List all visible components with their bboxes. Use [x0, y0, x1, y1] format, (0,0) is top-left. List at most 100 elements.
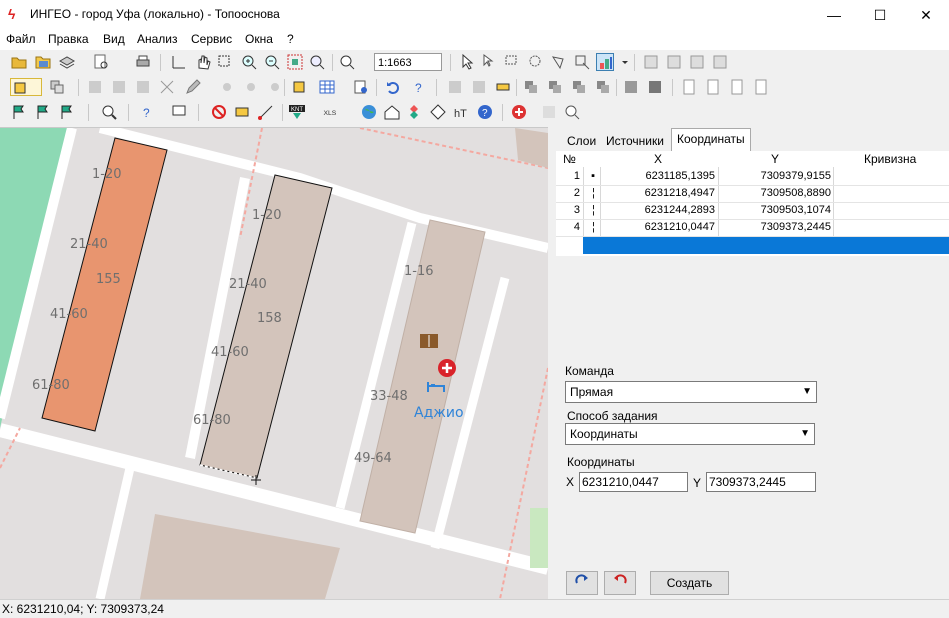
menu-edit[interactable]: Правка [48, 32, 89, 46]
edit-tool-3-icon[interactable] [134, 78, 152, 96]
scale-zoom-icon[interactable] [338, 53, 356, 71]
query-tool-icon[interactable]: ? [140, 103, 158, 121]
edit-tool-5-icon[interactable] [470, 78, 488, 96]
doc-tool-1-icon[interactable] [680, 78, 698, 96]
edit-tool-1-icon[interactable] [86, 78, 104, 96]
height-tool-icon[interactable]: hT [452, 103, 470, 121]
properties-icon[interactable] [352, 78, 370, 96]
copy-object-icon[interactable] [48, 78, 66, 96]
flag-tool-3-icon[interactable] [58, 103, 76, 121]
chevron-down-icon[interactable] [616, 53, 628, 71]
maximize-button[interactable]: ☐ [857, 0, 903, 30]
zoom-frame-icon[interactable] [216, 53, 234, 71]
select-filter-icon[interactable] [573, 53, 591, 71]
coordinate-axes-icon[interactable] [170, 53, 188, 71]
menu-windows[interactable]: Окна [245, 32, 273, 46]
menu-analysis[interactable]: Анализ [137, 32, 178, 46]
table-row[interactable]: 3 ¦ 6231244,2893 7309503,1074 [556, 202, 949, 220]
tab-sources[interactable]: Источники [600, 130, 670, 152]
hatch-icon[interactable] [622, 78, 640, 96]
grid-tool-icon[interactable] [642, 53, 660, 71]
route-icon[interactable] [405, 103, 423, 121]
doc-tool-3-icon[interactable] [728, 78, 746, 96]
edit-tool-2-icon[interactable] [110, 78, 128, 96]
table-row[interactable]: 1 ▪ 6231185,1395 7309379,9155 [556, 168, 949, 186]
grid-tool-3-icon[interactable] [688, 53, 706, 71]
split-node-icon[interactable] [266, 78, 284, 96]
select-rect-icon[interactable] [503, 53, 521, 71]
menu-file[interactable]: Файл [6, 32, 36, 46]
cell-y[interactable]: 7309503,1074 [718, 202, 831, 219]
info-tool-icon[interactable] [170, 103, 188, 121]
help-icon[interactable]: ? [476, 103, 494, 121]
delete-node-icon[interactable] [158, 78, 176, 96]
measure-tool-icon[interactable] [257, 103, 275, 121]
open-folder-icon[interactable] [10, 53, 28, 71]
cell-x[interactable]: 6231210,0447 [600, 219, 715, 236]
menu-view[interactable]: Вид [103, 32, 125, 46]
table-row[interactable]: 4 ¦ 6231210,0447 7309373,2445 [556, 219, 949, 237]
new-object-icon[interactable] [10, 78, 42, 96]
select-node-icon[interactable] [480, 53, 498, 71]
cell-x[interactable]: 6231218,4947 [600, 185, 715, 202]
select-polygon-icon[interactable] [550, 53, 568, 71]
menu-help[interactable]: ? [287, 32, 294, 46]
zoom-extent-icon[interactable] [286, 53, 304, 71]
cell-x[interactable]: 6231244,2893 [600, 202, 715, 219]
direction-icon[interactable] [429, 103, 447, 121]
grid-tool-4-icon[interactable] [711, 53, 729, 71]
pencil-icon[interactable] [184, 78, 202, 96]
cell-curvature[interactable] [833, 219, 943, 236]
flag-tool-2-icon[interactable] [34, 103, 52, 121]
cell-y[interactable]: 7309508,8890 [718, 185, 831, 202]
edit-tool-6-icon[interactable] [494, 78, 512, 96]
search-icon[interactable] [100, 103, 118, 121]
new-row-selected[interactable] [556, 237, 949, 254]
document-search-icon[interactable] [92, 53, 110, 71]
move-node-icon[interactable] [218, 78, 236, 96]
cell-curvature[interactable] [833, 185, 943, 202]
intersect-icon[interactable] [546, 78, 564, 96]
add-layer-icon[interactable] [290, 78, 308, 96]
zoom-previous-icon[interactable] [308, 53, 326, 71]
subtract-icon[interactable] [570, 78, 588, 96]
label-tool-icon[interactable] [233, 103, 251, 121]
folders-icon[interactable] [34, 53, 52, 71]
method-select[interactable]: Координаты ▼ [565, 423, 815, 445]
pan-hand-icon[interactable] [194, 53, 212, 71]
zoom-out-icon[interactable] [263, 53, 281, 71]
select-lasso-icon[interactable] [527, 53, 545, 71]
undo-button[interactable] [604, 571, 636, 595]
tab-coordinates[interactable]: Координаты [671, 128, 751, 153]
scale-field[interactable]: 1:1663 [374, 53, 442, 71]
doc-tool-4-icon[interactable] [752, 78, 770, 96]
minimize-button[interactable]: — [811, 0, 857, 30]
cell-y[interactable]: 7309379,9155 [718, 168, 831, 185]
close-button[interactable]: ✕ [903, 0, 949, 30]
tool-grid-icon[interactable] [540, 103, 558, 121]
redo-button[interactable] [566, 571, 598, 595]
table-icon[interactable] [318, 78, 336, 96]
tab-layers[interactable]: Слои [561, 130, 602, 152]
cell-curvature[interactable] [833, 168, 943, 185]
query-icon[interactable]: ? [410, 78, 428, 96]
doc-tool-2-icon[interactable] [704, 78, 722, 96]
add-plus-icon[interactable] [510, 103, 528, 121]
frame-icon[interactable] [646, 78, 664, 96]
print-icon[interactable] [134, 53, 152, 71]
select-arrow-icon[interactable] [458, 53, 476, 71]
forbid-icon[interactable] [210, 103, 228, 121]
command-select[interactable]: Прямая ▼ [565, 381, 817, 403]
menu-service[interactable]: Сервис [191, 32, 232, 46]
map-canvas[interactable]: 1-20 21-40 155 41-60 61-80 1-20 21-40 15… [0, 127, 548, 599]
xls-export-button[interactable]: XLS [322, 103, 346, 121]
create-button[interactable]: Создать [650, 571, 729, 595]
edit-tool-4-icon[interactable] [446, 78, 464, 96]
merge-icon[interactable] [522, 78, 540, 96]
inspect-icon[interactable] [563, 103, 581, 121]
cell-y[interactable]: 7309373,2445 [718, 219, 831, 236]
union-icon[interactable] [594, 78, 612, 96]
grid-tool-2-icon[interactable] [665, 53, 683, 71]
knt-icon[interactable]: KNT [288, 103, 306, 121]
flag-tool-1-icon[interactable] [10, 103, 28, 121]
